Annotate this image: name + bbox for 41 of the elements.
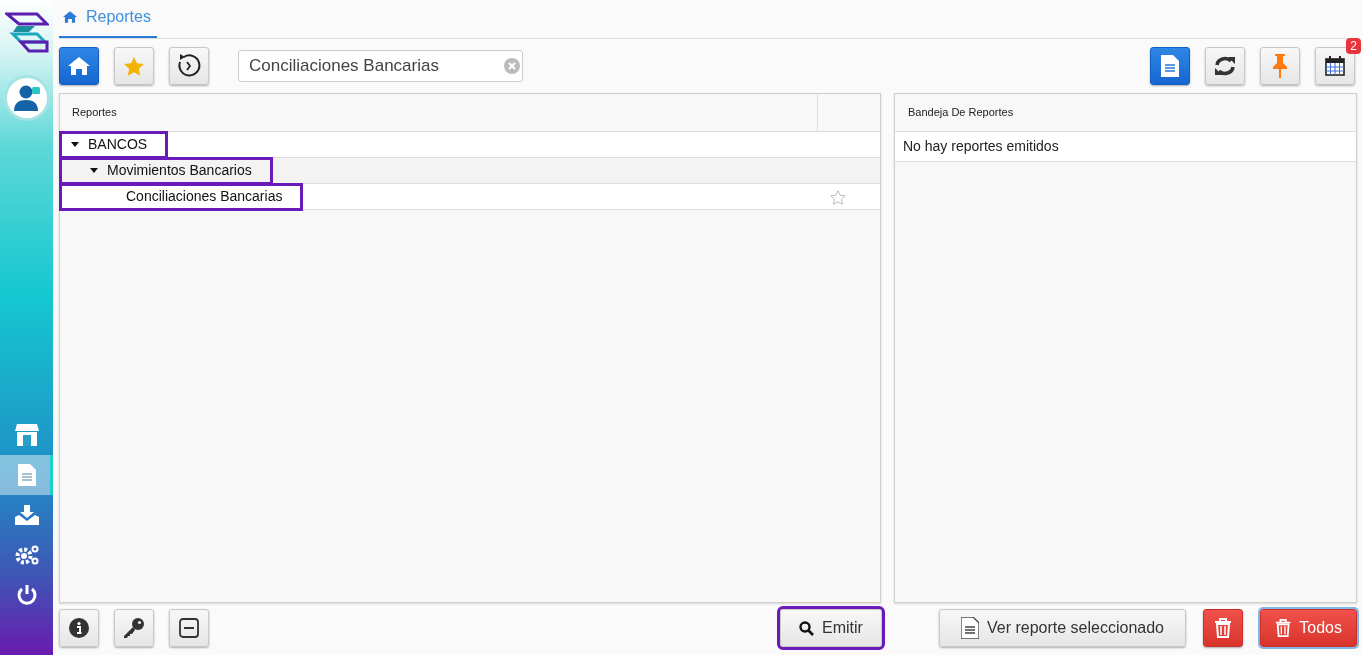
home-icon	[68, 57, 90, 75]
panel-header: Bandeja De Reportes	[907, 105, 1014, 121]
home-icon	[63, 11, 77, 23]
emitir-button[interactable]: Emitir	[780, 609, 882, 647]
pin-icon	[1272, 54, 1288, 78]
home-button[interactable]	[59, 47, 99, 85]
history-icon	[176, 53, 202, 79]
delete-button[interactable]	[1203, 609, 1243, 647]
trash-icon	[1275, 618, 1292, 638]
empty-message: No hay reportes emitidos	[903, 137, 1059, 156]
panel-header: Reportes	[72, 105, 117, 121]
view-report-button[interactable]: Ver reporte seleccionado	[939, 609, 1186, 647]
power-icon	[15, 584, 38, 606]
search-field[interactable]: Conciliaciones Bancarias	[238, 50, 523, 82]
delete-all-button[interactable]: Todos	[1260, 609, 1357, 647]
trash-icon	[1214, 618, 1232, 638]
store-icon	[14, 424, 39, 446]
key-button[interactable]	[114, 609, 154, 647]
info-button[interactable]	[59, 609, 99, 647]
gears-icon	[14, 544, 39, 566]
star-button[interactable]	[114, 47, 154, 85]
star-icon	[124, 56, 144, 76]
refresh-button[interactable]	[1205, 47, 1245, 85]
info-icon	[69, 618, 89, 638]
document-button[interactable]	[1150, 47, 1190, 85]
key-icon	[123, 617, 145, 639]
history-button[interactable]	[169, 47, 209, 85]
document-icon	[1161, 55, 1179, 77]
document-icon	[961, 617, 979, 639]
collapse-button[interactable]	[169, 609, 209, 647]
logo-icon	[4, 12, 49, 54]
user-icon	[13, 84, 40, 112]
tree-item[interactable]: BANCOS	[60, 131, 168, 158]
calendar-icon	[1325, 56, 1345, 76]
notification-badge: 2	[1346, 38, 1361, 54]
collapse-icon	[179, 618, 199, 638]
download-icon	[14, 505, 39, 525]
search-icon	[799, 620, 815, 636]
document-icon	[17, 464, 36, 486]
refresh-icon	[1214, 56, 1236, 76]
user-avatar[interactable]	[6, 78, 47, 118]
